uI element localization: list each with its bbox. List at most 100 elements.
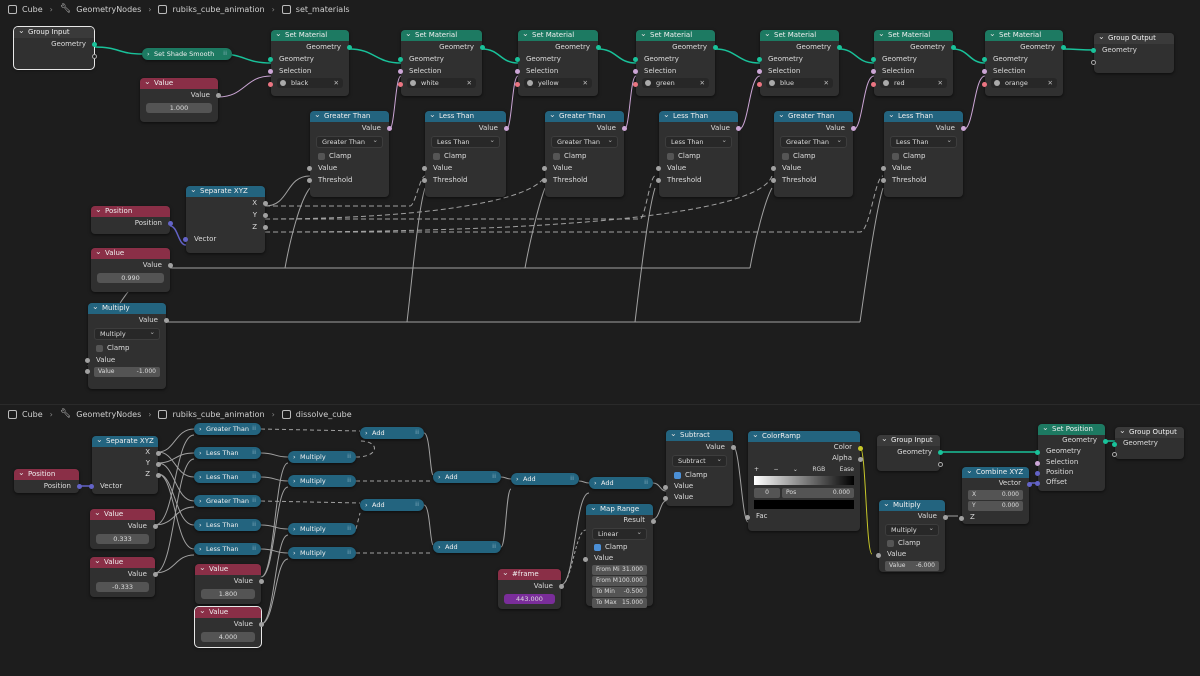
group-input-node[interactable]: Group Input Geometry [877, 435, 943, 471]
x-field[interactable]: X 0.000 [968, 490, 1023, 500]
value-field[interactable]: 0.333 [96, 534, 149, 544]
clamp-checkbox[interactable] [892, 152, 899, 160]
clamp-checkbox[interactable] [433, 152, 440, 160]
breadcrumb-object[interactable]: Cube [22, 410, 43, 419]
material-field[interactable]: blue ✕ [766, 78, 833, 88]
from-max-field[interactable]: From M 100.000 [592, 576, 647, 586]
set-material-node-yellow[interactable]: Set Material Geometry Geometry Selection… [515, 30, 601, 96]
breadcrumb-subgroup[interactable]: set_materials [296, 5, 350, 14]
group-input-node[interactable]: Group Input Geometry [13, 26, 97, 70]
set-material-node-green[interactable]: Set Material Geometry Geometry Selection… [633, 30, 718, 96]
value-field[interactable]: Value -1.000 [85, 367, 160, 377]
operation-dropdown[interactable]: Greater Than [780, 135, 847, 148]
color-mode-dropdown[interactable]: RGB [812, 466, 825, 473]
value-field[interactable]: 0.990 [97, 273, 164, 283]
color-ramp-gradient[interactable] [754, 476, 854, 485]
clamp-checkbox[interactable] [553, 152, 560, 160]
compare-node[interactable]: Greater Than Value Greater Than Clamp Va… [771, 111, 856, 197]
multiply-node-collapsed[interactable]: Multiply [288, 547, 356, 559]
to-max-field[interactable]: To Max 15.000 [592, 598, 647, 608]
group-output-node[interactable]: Group Output Geometry [1091, 33, 1174, 73]
set-position-node[interactable]: Set Position Geometry Geometry Selection… [1035, 424, 1108, 491]
material-field[interactable]: green ✕ [642, 78, 709, 88]
compare-node[interactable]: Greater Than Value Greater Than Clamp Va… [307, 111, 392, 197]
combine-xyz-node[interactable]: Combine XYZ Vector X0.000 Y0.000 Z [959, 467, 1032, 524]
interpolation-dropdown[interactable]: Linear [592, 527, 647, 540]
compare-node-collapsed[interactable]: Greater Than [194, 423, 261, 435]
stop-index-field[interactable]: 0 [754, 488, 780, 498]
position-node[interactable]: Position Position [91, 206, 173, 234]
stop-pos-field[interactable]: Pos 0.000 [782, 488, 854, 498]
separate-xyz-node[interactable]: Separate XYZ X Y Z Vector [183, 186, 268, 253]
clamp-checkbox[interactable] [674, 471, 681, 479]
to-min-field[interactable]: To Min -0.500 [592, 587, 647, 597]
compare-node-collapsed[interactable]: Less Than [194, 447, 261, 459]
set-shade-smooth-node[interactable]: Set Shade Smooth [142, 48, 232, 60]
add-node-collapsed[interactable]: Add [433, 541, 501, 553]
node-editor-dissolve-cube[interactable]: Cube › 🔧︎ GeometryNodes › rubiks_cube_an… [0, 404, 1200, 676]
from-min-field[interactable]: From Mi 31.000 [592, 565, 647, 575]
add-node-collapsed[interactable]: Add [589, 477, 653, 489]
value-field[interactable]: 1.800 [201, 589, 255, 599]
driver-value-field[interactable]: 443.000 [504, 594, 555, 604]
compare-node[interactable]: Less Than Value Less Than Clamp Value Th… [881, 111, 966, 197]
set-material-node-orange[interactable]: Set Material Geometry Geometry Selection… [982, 30, 1066, 96]
operation-dropdown[interactable]: Less Than [890, 135, 957, 148]
empty-socket[interactable] [92, 54, 97, 59]
node-header[interactable]: Group Input [14, 27, 94, 38]
set-material-node-blue[interactable]: Set Material Geometry Geometry Selection… [757, 30, 842, 96]
breadcrumb-subgroup[interactable]: dissolve_cube [296, 410, 352, 419]
value-node[interactable]: Value Value 1.800 [195, 564, 264, 604]
set-material-node-white[interactable]: Set Material Geometry Geometry Selection… [398, 30, 485, 96]
breadcrumb-group[interactable]: rubiks_cube_animation [172, 5, 264, 14]
compare-node-collapsed[interactable]: Less Than [194, 543, 261, 555]
separate-xyz-node[interactable]: Separate XYZ X Y Z Vector [89, 436, 161, 494]
value-node[interactable]: Value Value 0.333 [90, 509, 158, 549]
operation-dropdown[interactable]: Subtract [672, 454, 727, 467]
add-node-collapsed[interactable]: Add [360, 499, 424, 511]
operation-dropdown[interactable]: Less Than [665, 135, 732, 148]
compare-node-collapsed[interactable]: Greater Than [194, 495, 261, 507]
multiply-node[interactable]: Multiply Value Multiply Clamp Value Valu… [876, 500, 948, 572]
interpolation-dropdown[interactable]: Ease [840, 466, 854, 473]
multiply-node[interactable]: Multiply Value Multiply Clamp Value Valu… [85, 303, 169, 389]
operation-dropdown[interactable]: Greater Than [316, 135, 383, 148]
breadcrumb-modifier[interactable]: GeometryNodes [76, 5, 141, 14]
value-node[interactable]: Value Value 4.000 [194, 606, 264, 648]
y-field[interactable]: Y 0.000 [968, 501, 1023, 511]
compare-node[interactable]: Less Than Value Less Than Clamp Value Th… [422, 111, 509, 197]
value-field[interactable]: Value -6.000 [885, 561, 939, 571]
add-node-collapsed[interactable]: Add [360, 427, 424, 439]
subtract-node[interactable]: Subtract Value Subtract Clamp Value Valu… [663, 430, 736, 506]
compare-node[interactable]: Less Than Value Less Than Clamp Value Th… [656, 111, 741, 197]
material-field[interactable]: red ✕ [880, 78, 947, 88]
multiply-node-collapsed[interactable]: Multiply [288, 475, 356, 487]
color-ramp-node[interactable]: ColorRamp Color Alpha + − ⌄ RGB Ease 0 P… [745, 431, 863, 531]
add-stop-button[interactable]: + [754, 466, 759, 473]
material-field[interactable]: orange ✕ [991, 78, 1057, 88]
operation-dropdown[interactable]: Greater Than [551, 135, 618, 148]
add-node-collapsed[interactable]: Add [433, 471, 501, 483]
ramp-menu-icon[interactable]: ⌄ [793, 466, 798, 473]
material-field[interactable]: yellow ✕ [524, 78, 592, 88]
remove-stop-button[interactable]: − [773, 466, 778, 473]
clamp-checkbox[interactable] [782, 152, 789, 160]
breadcrumb-object[interactable]: Cube [22, 5, 43, 14]
clamp-checkbox[interactable] [887, 539, 894, 547]
stop-color-swatch[interactable] [754, 500, 854, 509]
breadcrumb-group[interactable]: rubiks_cube_animation [172, 410, 264, 419]
map-range-node[interactable]: Map Range Result Linear Clamp Value From… [583, 504, 656, 608]
group-output-node[interactable]: Group Output Geometry [1112, 427, 1184, 459]
breadcrumb-modifier[interactable]: GeometryNodes [76, 410, 141, 419]
compare-node[interactable]: Greater Than Value Greater Than Clamp Va… [542, 111, 627, 197]
value-field[interactable]: 4.000 [201, 632, 255, 642]
frame-value-node[interactable]: #frame Value 443.000 [498, 569, 564, 609]
value-node[interactable]: Value Value -0.333 [90, 557, 158, 597]
set-material-node-black[interactable]: Set Material Geometry Geometry Selection… [268, 30, 352, 96]
value-node[interactable]: Value Value 0.990 [91, 248, 173, 292]
node-editor-set-materials[interactable]: Cube › 🔧︎ GeometryNodes › rubiks_cube_an… [0, 0, 1200, 404]
add-node-collapsed[interactable]: Add [511, 473, 579, 485]
clamp-checkbox[interactable] [594, 543, 601, 551]
value-field[interactable]: 1.000 [146, 103, 212, 113]
clamp-checkbox[interactable] [318, 152, 325, 160]
